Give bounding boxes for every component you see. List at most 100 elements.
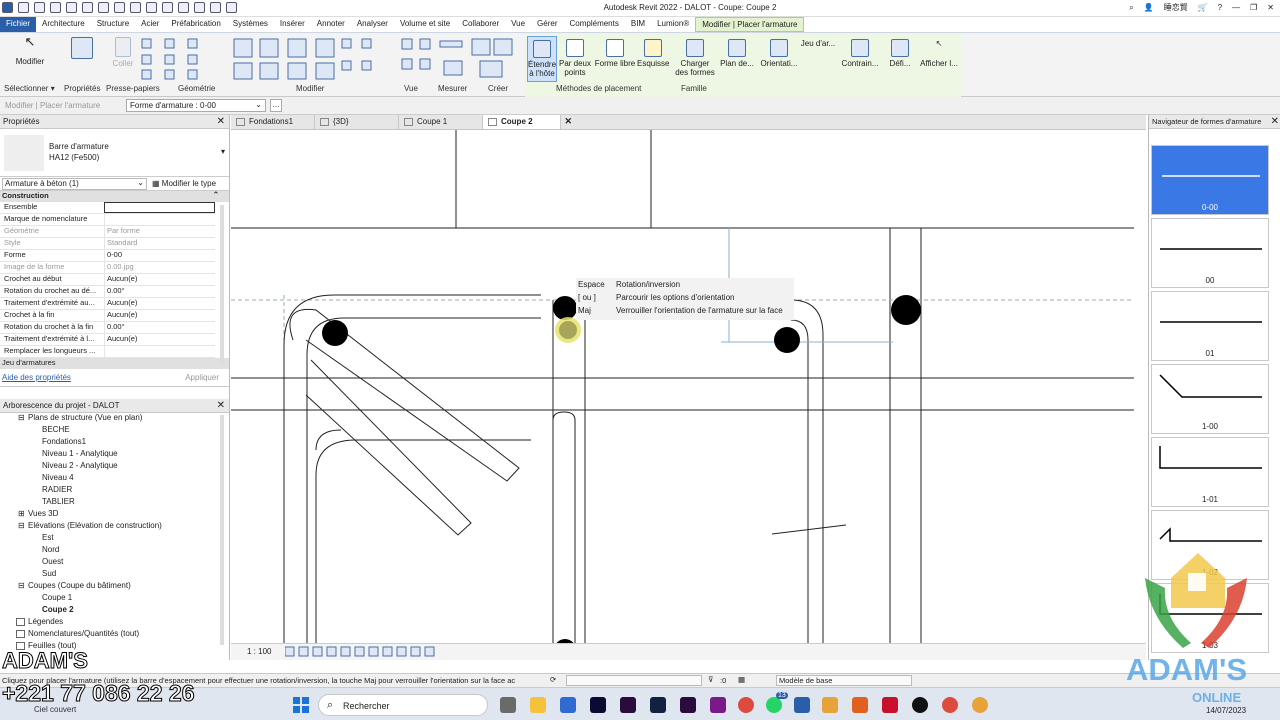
ribbon-tab[interactable]: Structure bbox=[91, 17, 135, 32]
help-icon[interactable]: ? bbox=[1218, 3, 1222, 12]
property-row[interactable]: Crochet au début Aucun(e) bbox=[0, 274, 215, 286]
ribbon-tab[interactable]: Lumion® bbox=[651, 17, 695, 32]
shape-selector[interactable]: Forme d'armature : 0-00 ⌄ bbox=[126, 99, 266, 112]
browser-item[interactable]: ⊟ Coupes (Coupe du bâtiment) bbox=[0, 581, 229, 593]
revit-icon[interactable] bbox=[794, 697, 810, 713]
collapse-icon[interactable]: ⊟ bbox=[18, 581, 25, 590]
undo-icon[interactable] bbox=[66, 2, 77, 13]
property-row[interactable]: Traitement d'extrémité à l... Aucun(e) bbox=[0, 334, 215, 346]
orientation-button[interactable]: Orientati... bbox=[759, 36, 799, 68]
browser-item[interactable]: Coupe 1 bbox=[0, 593, 229, 605]
document-tab[interactable]: Coupe 2 ✕ bbox=[483, 115, 572, 129]
ribbon-tab[interactable]: Analyser bbox=[351, 17, 394, 32]
type-selector[interactable]: Barre d'armature HA12 (Fe500) ▾ bbox=[0, 129, 229, 177]
property-row[interactable]: Ensemble bbox=[0, 202, 215, 214]
two-points-button[interactable]: Par deux points bbox=[558, 36, 592, 77]
paste-button[interactable]: Coller bbox=[108, 37, 138, 68]
show-button[interactable]: ↖ Afficher l... bbox=[918, 36, 960, 68]
save-icon[interactable] bbox=[34, 2, 45, 13]
define-button[interactable]: Défi... bbox=[884, 36, 916, 68]
placement-plane-button[interactable]: Plan de... bbox=[719, 36, 755, 68]
collapse-icon[interactable]: ⊟ bbox=[18, 521, 25, 530]
user-name[interactable]: 睡恋賢 bbox=[1164, 2, 1188, 13]
open-icon[interactable] bbox=[18, 2, 29, 13]
ribbon-tab[interactable]: Volume et site bbox=[394, 17, 456, 32]
acrobat-icon[interactable] bbox=[882, 697, 898, 713]
ribbon-tab[interactable]: BIM bbox=[625, 17, 651, 32]
property-row[interactable]: Rotation du crochet à la fin 0.00° bbox=[0, 322, 215, 334]
sketch-button[interactable]: Esquisse bbox=[637, 36, 669, 68]
property-value[interactable]: Aucun(e) bbox=[104, 310, 215, 321]
search-icon[interactable]: ⌕ bbox=[1129, 3, 1133, 13]
browser-item[interactable]: BECHE bbox=[0, 425, 229, 437]
property-row[interactable]: Forme 0-00 bbox=[0, 250, 215, 262]
browser-item[interactable]: Fondations1 bbox=[0, 437, 229, 449]
user-icon[interactable]: 👤 bbox=[1144, 3, 1154, 12]
modify-button[interactable]: ↖ Modifier bbox=[8, 35, 52, 66]
document-tab[interactable]: {3D} bbox=[315, 115, 399, 129]
browser-scrollbar[interactable] bbox=[220, 415, 224, 645]
minimize-icon[interactable]: — bbox=[1232, 3, 1240, 12]
geometry-icons[interactable] bbox=[140, 37, 218, 81]
close-icon[interactable]: ✕ bbox=[1267, 3, 1274, 12]
browser-item[interactable]: ⊞ Vues 3D bbox=[0, 509, 229, 521]
chrome-icon[interactable] bbox=[738, 697, 754, 713]
close-tab-icon[interactable]: ✕ bbox=[564, 116, 572, 127]
premiere-icon-2[interactable] bbox=[680, 697, 696, 713]
constraint-button[interactable]: Contrain... bbox=[840, 36, 880, 68]
property-value[interactable]: Aucun(e) bbox=[104, 274, 215, 285]
view-icons[interactable] bbox=[400, 37, 520, 81]
shape-cell[interactable]: 01 bbox=[1151, 291, 1269, 361]
thin-lines-icon[interactable] bbox=[194, 2, 205, 13]
property-value[interactable] bbox=[104, 202, 215, 213]
ribbon-tab[interactable]: Architecture bbox=[36, 17, 91, 32]
app-r-icon[interactable] bbox=[822, 697, 838, 713]
free-form-button[interactable]: Forme libre bbox=[593, 36, 637, 68]
filter-icon[interactable]: ⊽ bbox=[708, 675, 714, 684]
property-row[interactable]: Traitement d'extrémité au... Aucun(e) bbox=[0, 298, 215, 310]
browser-item[interactable]: Sud bbox=[0, 569, 229, 581]
dimension-icon[interactable] bbox=[130, 2, 141, 13]
document-tab[interactable]: Fondations1 bbox=[231, 115, 315, 129]
mail-icon[interactable] bbox=[560, 697, 576, 713]
windows-start-icon[interactable] bbox=[292, 696, 310, 714]
switch-windows-icon[interactable] bbox=[226, 2, 237, 13]
ribbon-tab[interactable]: Modifier | Placer l'armature bbox=[695, 17, 805, 32]
bar-set-button[interactable]: Jeu d'ar... bbox=[800, 39, 836, 48]
app-icon[interactable] bbox=[710, 697, 726, 713]
construction-section[interactable]: Construction ⌃ bbox=[0, 190, 229, 202]
property-row[interactable]: Marque de nomenclature bbox=[0, 214, 215, 226]
property-value[interactable]: Par forme bbox=[104, 226, 215, 237]
redo-icon[interactable] bbox=[82, 2, 93, 13]
browser-item[interactable]: Niveau 2 - Analytique bbox=[0, 461, 229, 473]
property-value[interactable] bbox=[104, 346, 215, 357]
properties-help-link[interactable]: Aide des propriétés bbox=[2, 373, 71, 382]
ribbon-tab[interactable]: Annoter bbox=[311, 17, 351, 32]
ribbon-tab[interactable]: Systèmes bbox=[227, 17, 274, 32]
close-icon[interactable]: ✕ bbox=[1271, 116, 1279, 127]
text-icon[interactable] bbox=[146, 2, 157, 13]
premiere-icon[interactable] bbox=[620, 697, 636, 713]
edit-type-button[interactable]: ▦ Modifier le type bbox=[152, 179, 216, 188]
ribbon-tab[interactable]: Insérer bbox=[274, 17, 311, 32]
photoshop-icon[interactable] bbox=[650, 697, 666, 713]
browser-item[interactable]: ⊟ Plans de structure (Vue en plan) bbox=[0, 413, 229, 425]
property-value[interactable]: Aucun(e) bbox=[104, 334, 215, 345]
shape-cell[interactable]: 1-00 bbox=[1151, 364, 1269, 434]
extend-to-host-button[interactable]: Étendre à l'hôte bbox=[527, 36, 557, 82]
apply-button[interactable]: Appliquer bbox=[185, 373, 219, 382]
autocad-icon[interactable] bbox=[852, 697, 868, 713]
ribbon-tab[interactable]: Préfabrication bbox=[165, 17, 226, 32]
obs-icon[interactable] bbox=[912, 697, 928, 713]
ribbon-tab[interactable]: Collaborer bbox=[456, 17, 505, 32]
ribbon-tab[interactable]: Compléments bbox=[564, 17, 625, 32]
chrome-canary-icon[interactable] bbox=[972, 697, 988, 713]
close-hidden-icon[interactable] bbox=[210, 2, 221, 13]
maximize-icon[interactable]: ❐ bbox=[1250, 3, 1257, 12]
close-icon[interactable]: ✕ bbox=[217, 400, 225, 411]
property-value[interactable]: Aucun(e) bbox=[104, 298, 215, 309]
property-value[interactable]: 0.00° bbox=[104, 286, 215, 297]
ribbon-tab[interactable]: Acier bbox=[135, 17, 165, 32]
shape-cell[interactable]: 1-01 bbox=[1151, 437, 1269, 507]
close-icon[interactable]: ✕ bbox=[217, 116, 225, 127]
